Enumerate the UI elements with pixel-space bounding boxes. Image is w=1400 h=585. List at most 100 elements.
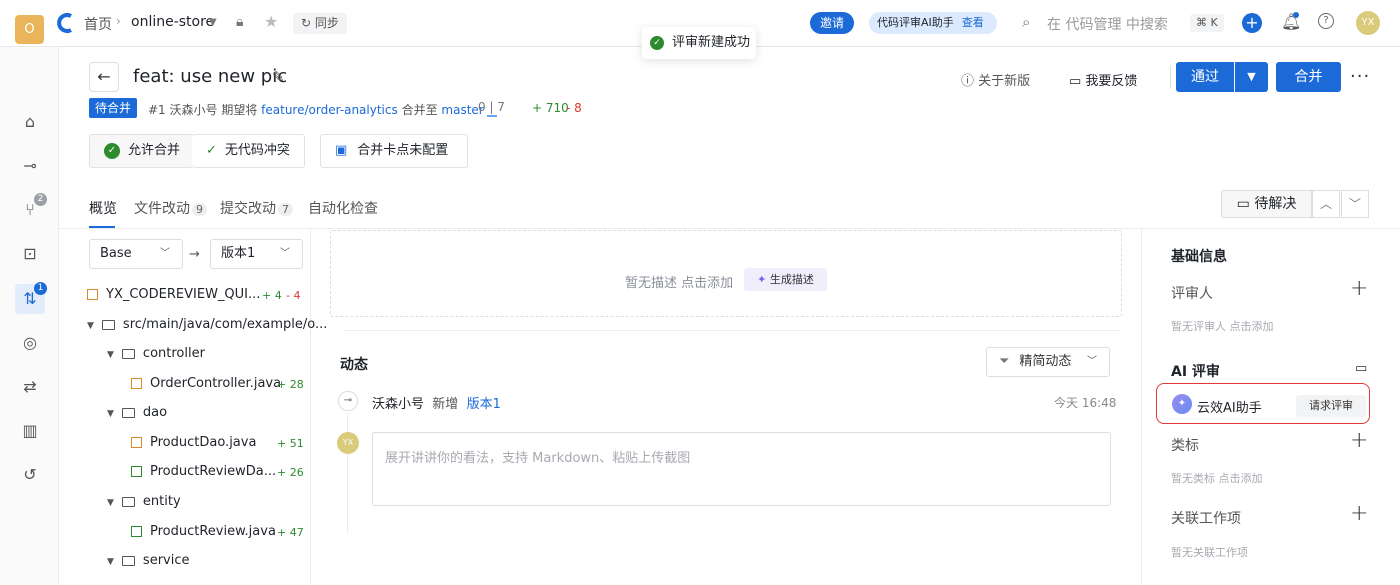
file-deletions: - 4 xyxy=(286,289,301,302)
caret-down-icon: ▼ xyxy=(107,350,114,360)
comment-icon: ▭ xyxy=(1069,74,1086,89)
divider xyxy=(343,330,1120,331)
success-toast: ✓ 评审新建成功 xyxy=(642,27,756,59)
prev-arrow-icon[interactable]: ︿ xyxy=(1312,190,1340,218)
about-new-version-link[interactable]: ⓘ 关于新版 xyxy=(961,70,1030,89)
pending-button[interactable]: ▭ 待解决 xyxy=(1221,190,1312,218)
base-select[interactable]: Base ﹀ xyxy=(89,239,183,269)
star-icon[interactable]: ★ xyxy=(264,12,278,31)
add-label-icon[interactable]: + xyxy=(1350,428,1368,453)
activity-time: 今天 16:48 xyxy=(1054,396,1117,410)
divider xyxy=(1170,66,1171,88)
tag-icon[interactable]: ⊡ xyxy=(19,243,41,265)
folder-icon xyxy=(121,555,135,566)
version-select[interactable]: 版本1 ﹀ xyxy=(210,239,303,269)
check-circle-icon: ✓ xyxy=(650,35,664,50)
edit-icon[interactable]: ✎ xyxy=(272,68,285,86)
refresh-icon: ↻ xyxy=(301,16,315,30)
tree-file[interactable]: YX_CODEREVIEW_QUI... xyxy=(87,287,260,302)
reviewers-empty[interactable]: 暂无评审人 点击添加 xyxy=(1171,318,1274,334)
feedback-link[interactable]: ▭ 我要反馈 xyxy=(1069,70,1137,89)
tree-folder[interactable]: ▼ dao xyxy=(107,405,167,420)
pipeline-icon[interactable]: ◎ xyxy=(19,332,41,354)
request-review-button[interactable]: 请求评审 xyxy=(1296,395,1366,417)
filter-icon: ⏷ xyxy=(999,354,1010,369)
tree-folder[interactable]: ▼ src/main/java/com/example/o... xyxy=(87,317,327,332)
caret-down-icon: ▼ xyxy=(107,557,114,567)
approve-button[interactable]: 通过 xyxy=(1176,62,1234,92)
compare-icon[interactable]: ⇄ xyxy=(19,376,41,398)
tree-folder[interactable]: ▼ service xyxy=(107,553,190,568)
version-link[interactable]: 版本1 xyxy=(467,397,501,412)
more-icon[interactable]: ··· xyxy=(1350,66,1370,87)
comment-icon: ▭ xyxy=(1236,196,1255,212)
file-additions: + 51 xyxy=(277,437,304,450)
logo-icon[interactable] xyxy=(56,12,76,34)
tree-file[interactable]: ProductDao.java xyxy=(131,435,256,450)
commit-icon: ⊸ xyxy=(338,391,358,411)
breadcrumb-repo[interactable]: online-store xyxy=(131,14,214,30)
approve-dropdown-icon[interactable]: ▼ xyxy=(1235,62,1268,92)
tree-file[interactable]: ProductReview.java xyxy=(131,524,276,539)
add-reviewer-icon[interactable]: + xyxy=(1350,276,1368,301)
tree-folder[interactable]: ▼ controller xyxy=(107,346,205,361)
sync-button[interactable]: ↻ 同步 xyxy=(293,13,347,34)
search-input[interactable]: 在 代码管理 中搜索 xyxy=(1047,14,1168,34)
sparkle-icon: ✦ xyxy=(757,273,770,286)
workitems-empty: 暂无关联工作项 xyxy=(1171,546,1248,559)
invite-button[interactable]: 邀请 xyxy=(810,12,854,34)
no-conflict-check[interactable]: ✓ 无代码冲突 xyxy=(192,134,305,168)
file-additions: + 28 xyxy=(277,378,304,391)
chevron-down-icon: ﹀ xyxy=(1087,356,1097,367)
tree-file[interactable]: OrderController.java xyxy=(131,376,281,391)
tab-files[interactable]: 文件改动 9 xyxy=(134,198,207,218)
caret-down-icon: ▼ xyxy=(107,409,114,419)
tree-file[interactable]: ProductReviewDa... xyxy=(131,464,276,479)
source-branch-link[interactable]: feature/order-analytics xyxy=(261,103,398,117)
org-avatar[interactable]: O xyxy=(15,15,44,44)
user-avatar[interactable]: YX xyxy=(1356,11,1380,35)
breadcrumb-separator-icon: › xyxy=(116,14,121,28)
page-title: feat: use new pic xyxy=(133,66,288,87)
merge-gate-check[interactable]: ▣ 合并卡点未配置 xyxy=(320,134,468,168)
file-added-icon xyxy=(131,466,142,477)
folder-icon xyxy=(121,407,135,418)
generate-description-button[interactable]: ✦ 生成描述 xyxy=(744,268,827,291)
activity-filter[interactable]: ⏷ 精简动态 ﹀ xyxy=(986,347,1110,377)
comment-input[interactable]: 展开讲讲你的看法，支持 Markdown、粘贴上传截图 xyxy=(372,432,1111,506)
tree-folder[interactable]: ▼ entity xyxy=(107,494,181,509)
history-icon[interactable]: ↺ xyxy=(19,464,41,486)
folder-icon xyxy=(121,496,135,507)
check-icon: ✓ xyxy=(206,143,217,158)
breadcrumb-home[interactable]: 首页 xyxy=(84,14,112,34)
home-icon[interactable]: ⌂ xyxy=(19,111,41,133)
deletions-count: - 8 xyxy=(566,101,582,115)
tab-checks[interactable]: 自动化检查 xyxy=(308,198,378,218)
notification-dot xyxy=(1293,12,1299,18)
labels-label: 类标 xyxy=(1171,438,1199,454)
stats-icon[interactable]: ▥ xyxy=(19,420,41,442)
chat-icon[interactable]: ▭ xyxy=(1355,361,1367,376)
add-workitem-icon[interactable]: + xyxy=(1350,501,1368,526)
file-added-icon xyxy=(131,526,142,537)
lock-icon: 🔒︎ xyxy=(236,14,244,30)
description-empty[interactable]: 暂无描述 点击添加 xyxy=(625,272,733,291)
review-progress: 0 | 7 xyxy=(478,100,505,114)
tab-commits[interactable]: 提交改动 7 xyxy=(220,198,293,218)
folder-icon xyxy=(121,348,135,359)
repo-dropdown-icon[interactable]: ▼ xyxy=(209,17,217,28)
ai-assistant-banner[interactable]: 代码评审AI助手 查看 xyxy=(869,12,997,34)
next-arrow-icon[interactable]: ﹀ xyxy=(1341,190,1369,218)
avatar: YX xyxy=(337,432,359,454)
merge-button[interactable]: 合并 xyxy=(1276,62,1341,92)
tab-overview[interactable]: 概览 xyxy=(89,198,117,218)
info-icon: ⓘ xyxy=(961,74,979,89)
basic-info-heading: 基础信息 xyxy=(1171,249,1227,265)
back-button[interactable]: ← xyxy=(89,62,119,92)
help-icon[interactable]: ? xyxy=(1318,13,1334,29)
labels-empty[interactable]: 暂无类标 点击添加 xyxy=(1171,470,1263,486)
create-button[interactable]: + xyxy=(1242,13,1262,33)
allow-merge-check[interactable]: ✓ 允许合并 xyxy=(89,134,193,168)
file-additions: + 26 xyxy=(277,466,304,479)
commit-icon[interactable]: ⊸ xyxy=(19,155,41,177)
